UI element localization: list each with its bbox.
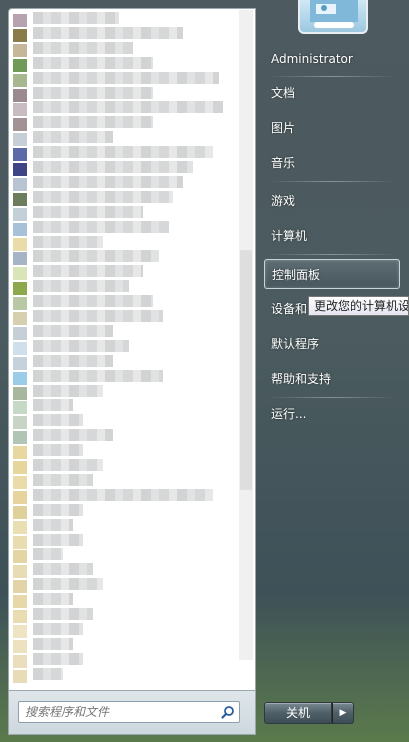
program-label bbox=[33, 250, 159, 263]
triangle-right-icon: ▶ bbox=[339, 708, 347, 718]
search-icon[interactable] bbox=[221, 705, 235, 719]
shutdown-button[interactable]: 关机 bbox=[264, 702, 332, 724]
program-label bbox=[33, 652, 83, 665]
program-label bbox=[33, 41, 133, 54]
default-programs-link[interactable]: 默认程序 bbox=[264, 329, 400, 359]
program-label bbox=[33, 71, 219, 84]
search-box[interactable] bbox=[18, 701, 240, 723]
program-label bbox=[33, 161, 193, 173]
program-label bbox=[33, 637, 73, 650]
program-label bbox=[33, 175, 183, 188]
program-label bbox=[33, 414, 83, 427]
program-label bbox=[33, 26, 183, 39]
search-input[interactable] bbox=[25, 705, 215, 719]
games-link[interactable]: 游戏 bbox=[264, 186, 400, 216]
separator bbox=[268, 397, 396, 398]
user-picture-icon bbox=[310, 0, 358, 28]
computer-link[interactable]: 计算机 bbox=[264, 221, 400, 251]
program-label bbox=[33, 280, 129, 293]
program-label bbox=[33, 459, 103, 471]
programs-scroll-thumb[interactable] bbox=[240, 250, 252, 490]
pictures-link[interactable]: 图片 bbox=[264, 113, 400, 143]
program-label bbox=[33, 354, 113, 367]
tooltip: 更改您的计算机设 bbox=[308, 296, 409, 316]
separator bbox=[268, 76, 396, 77]
program-label bbox=[33, 533, 83, 546]
program-item[interactable] bbox=[11, 667, 239, 689]
music-link[interactable]: 音乐 bbox=[264, 148, 400, 178]
run-link[interactable]: 运行... bbox=[264, 399, 400, 429]
program-label bbox=[33, 205, 143, 218]
program-label bbox=[33, 56, 153, 69]
user-avatar[interactable] bbox=[298, 0, 368, 34]
program-label bbox=[33, 667, 63, 680]
control-panel-link[interactable]: 控制面板 bbox=[264, 259, 400, 289]
program-label bbox=[33, 101, 223, 114]
program-label bbox=[33, 503, 83, 516]
shutdown-options-button[interactable]: ▶ bbox=[332, 702, 354, 724]
program-label bbox=[33, 295, 153, 308]
program-label bbox=[33, 384, 103, 397]
program-label bbox=[33, 488, 213, 501]
program-label bbox=[33, 310, 163, 322]
program-label bbox=[33, 12, 119, 24]
program-label bbox=[33, 518, 73, 531]
program-label bbox=[33, 131, 113, 144]
documents-link[interactable]: 文档 bbox=[264, 78, 400, 108]
program-label bbox=[33, 622, 83, 635]
separator bbox=[268, 181, 396, 182]
program-label bbox=[33, 220, 169, 233]
start-menu: Administrator 文档 图片 音乐 游戏 计算机 控制面板 设备和 默… bbox=[0, 0, 409, 742]
program-label bbox=[33, 563, 93, 576]
program-label bbox=[33, 190, 173, 203]
program-label bbox=[33, 548, 63, 561]
program-label bbox=[33, 444, 83, 457]
program-label bbox=[33, 146, 213, 159]
program-label bbox=[33, 593, 73, 606]
program-label bbox=[33, 116, 153, 129]
program-label bbox=[33, 369, 163, 382]
user-name-link[interactable]: Administrator bbox=[264, 44, 400, 74]
separator bbox=[268, 254, 396, 255]
program-label bbox=[33, 473, 93, 486]
program-label bbox=[33, 235, 103, 248]
program-label bbox=[33, 265, 143, 278]
program-label bbox=[33, 324, 113, 337]
program-label bbox=[33, 86, 153, 99]
program-label bbox=[33, 429, 113, 442]
program-label bbox=[33, 608, 93, 620]
programs-list bbox=[8, 8, 256, 691]
program-icon bbox=[13, 669, 27, 683]
program-label bbox=[33, 399, 73, 412]
help-and-support-link[interactable]: 帮助和支持 bbox=[264, 364, 400, 394]
program-label bbox=[33, 578, 103, 591]
program-label bbox=[33, 339, 129, 352]
